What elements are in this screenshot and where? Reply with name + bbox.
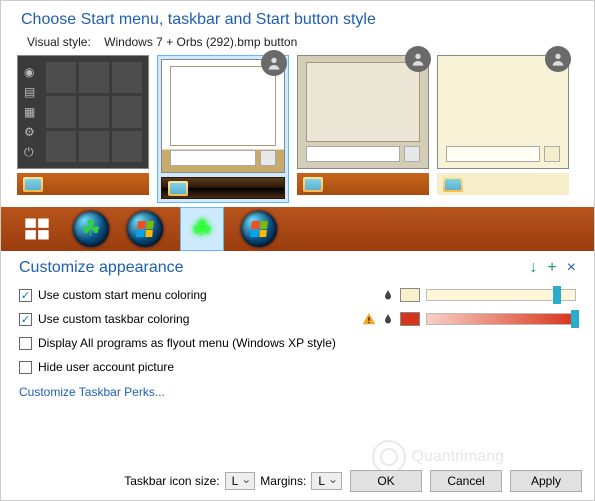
warning-icon [362,312,376,326]
visual-style-value: Windows 7 + Orbs (292).bmp button [104,35,297,49]
ink-drop-icon[interactable] [382,313,394,325]
pic-icon: ▦ [24,106,42,118]
customize-appearance-section: Customize appearance ↓ + × ✓ Use custom … [1,251,594,399]
opt-hide-user-pic[interactable]: Hide user account picture [19,355,576,379]
avatar-icon [261,50,287,76]
doc-icon: ▤ [24,86,42,98]
watermark: Quantrimang [372,440,505,474]
windows-flag-icon [136,221,154,237]
opt-flyout-menu[interactable]: Display All programs as flyout menu (Win… [19,331,576,355]
clover-icon: ☘ [81,216,101,242]
close-icon[interactable]: × [567,259,576,277]
avatar-icon [545,46,571,72]
cancel-button[interactable]: Cancel [430,470,502,492]
taskbar-preview [17,173,149,195]
folder-icon [443,177,463,192]
opacity-slider[interactable] [426,289,576,301]
download-icon[interactable]: ↓ [529,259,537,277]
ink-drop-icon[interactable] [382,289,394,301]
ok-button[interactable]: OK [350,470,422,492]
opt-start-menu-coloring[interactable]: ✓ Use custom start menu coloring [19,283,576,307]
preview-win8: ◉ ▤ ▦ ⚙ ⏻ [17,55,149,169]
checkbox[interactable]: ✓ [19,313,32,326]
style-thumbnails: ◉ ▤ ▦ ⚙ ⏻ [1,55,594,203]
flat-windows-orb[interactable] [19,211,55,247]
preview-plain [437,55,569,169]
opacity-slider[interactable] [426,313,576,325]
checkbox[interactable]: ✓ [19,289,32,302]
apply-button[interactable]: Apply [510,470,582,492]
opt-label: Use custom taskbar coloring [38,312,189,326]
opt-label: Use custom start menu coloring [38,288,207,302]
visual-style-label: Visual style: [27,35,91,49]
power-icon: ⏻ [24,146,42,158]
customize-title: Customize appearance [19,259,529,277]
win7-default-orb[interactable] [127,211,163,247]
taskbar-preview [297,173,429,195]
checkbox[interactable] [19,361,32,374]
windows-flag-icon [250,221,268,237]
style-thumb-win7[interactable] [157,55,289,203]
page-title: Choose Start menu, taskbar and Start but… [21,11,574,29]
neon-clover-orb[interactable]: ☘ [181,208,223,250]
taskbar-preview [161,177,285,199]
icon-size-select[interactable]: L [225,472,256,490]
margins-select[interactable]: L [311,472,342,490]
style-thumb-plain[interactable] [437,55,569,195]
avatar-icon [405,46,431,72]
taskbar-preview [437,173,569,195]
color-swatch[interactable] [400,312,420,326]
user-icon: ◉ [24,66,42,78]
opt-label: Display All programs as flyout menu (Win… [38,336,336,350]
gear-icon: ⚙ [24,126,42,138]
customize-taskbar-perks-link[interactable]: Customize Taskbar Perks... [19,385,165,399]
folder-icon [168,181,188,196]
visual-style-row: Visual style: Windows 7 + Orbs (292).bmp… [1,33,594,55]
orb-row: ☘ ☘ [1,207,594,251]
opt-label: Hide user account picture [38,360,174,374]
footer-bar: Taskbar icon size: L Margins: L OK Cance… [13,470,582,492]
checkbox[interactable] [19,337,32,350]
folder-icon [303,177,323,192]
style-thumb-flatglass[interactable] [297,55,429,195]
opt-taskbar-coloring[interactable]: ✓ Use custom taskbar coloring [19,307,576,331]
color-swatch[interactable] [400,288,420,302]
style-thumb-win8[interactable]: ◉ ▤ ▦ ⚙ ⏻ [17,55,149,195]
add-icon[interactable]: + [547,259,556,277]
clover-neon-icon: ☘ [192,216,212,242]
margins-label: Margins: [260,474,306,488]
folder-icon [23,177,43,192]
preview-flatglass [297,55,429,169]
header: Choose Start menu, taskbar and Start but… [1,1,594,33]
win-flag-glass-orb[interactable] [241,211,277,247]
preview-win7 [161,59,285,173]
icon-size-label: Taskbar icon size: [124,474,219,488]
clover-blue-orb[interactable]: ☘ [73,211,109,247]
